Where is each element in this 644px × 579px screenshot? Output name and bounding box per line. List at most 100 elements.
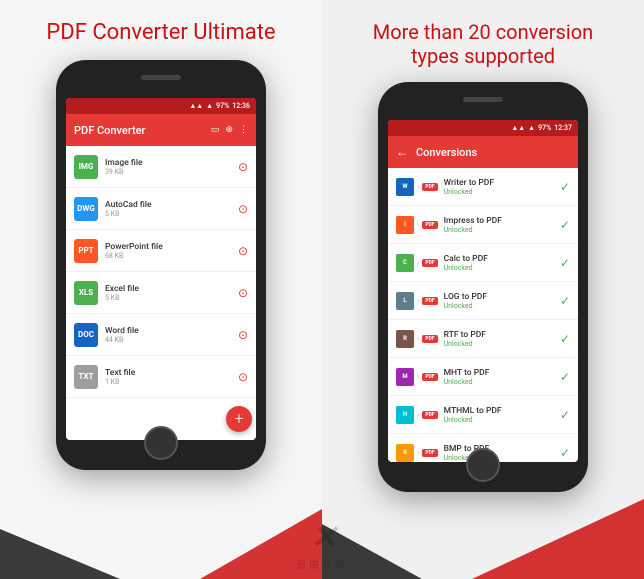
txt-file-size: 1 KB — [105, 378, 238, 386]
rtf-conv-status: Unlocked — [444, 340, 560, 348]
rtf-conv-info: RTF to PDF Unlocked — [444, 330, 560, 348]
conv-item-bmp[interactable]: B › PDF BMP to PDF Unlocked ✓ — [388, 434, 578, 462]
impress-check-icon: ✓ — [560, 218, 570, 232]
doc-file-check-icon: ⊙ — [238, 328, 248, 342]
left-status-bar: ▲▲ ▲ 97% 12:36 — [66, 98, 256, 114]
txt-file-icon: TXT — [74, 365, 98, 389]
writer-check-icon: ✓ — [560, 180, 570, 194]
left-toolbar-icons: ▭ ⊕ ⋮ — [211, 125, 248, 135]
globe-icon[interactable]: ⊕ — [225, 125, 233, 135]
conv-item-rtf[interactable]: R › PDF RTF to PDF Unlocked ✓ — [388, 320, 578, 358]
xls-file-name: Excel file — [105, 284, 238, 294]
mthml-conv-status: Unlocked — [444, 416, 560, 424]
more-icon[interactable]: ⋮ — [239, 125, 248, 135]
bmp-conv-info: BMP to PDF Unlocked — [444, 444, 560, 462]
watermark: ✕ 自由互联 — [296, 518, 348, 571]
pdf-badge-8: PDF — [422, 449, 437, 457]
file-item-text[interactable]: TXT Text file 1 KB ⊙ — [66, 356, 256, 398]
ppt-file-check-icon: ⊙ — [238, 244, 248, 258]
log-conv-status: Unlocked — [444, 302, 560, 310]
cad-file-check-icon: ⊙ — [238, 202, 248, 216]
file-item-excel[interactable]: XLS Excel file 5 KB ⊙ — [66, 272, 256, 314]
arrow-right-icon-2: › — [417, 220, 419, 229]
calc-conv-info: Calc to PDF Unlocked — [444, 254, 560, 272]
pdf-badge-4: PDF — [422, 297, 437, 305]
left-file-list: IMG Image file 39 KB ⊙ DWG AutoCad file … — [66, 146, 256, 440]
rtf-from-icon: R — [396, 330, 414, 348]
log-from-icon: L — [396, 292, 414, 310]
conv-item-log[interactable]: L › PDF LOG to PDF Unlocked ✓ — [388, 282, 578, 320]
tablet-icon[interactable]: ▭ — [211, 125, 220, 135]
left-phone-mockup: ▲▲ ▲ 97% 12:36 PDF Converter ▭ ⊕ ⋮ IMG — [56, 60, 266, 470]
xls-file-icon: XLS — [74, 281, 98, 305]
conv-item-impress[interactable]: I › PDF Impress to PDF Unlocked ✓ — [388, 206, 578, 244]
conv-item-mthml[interactable]: H › PDF MTHML to PDF Unlocked ✓ — [388, 396, 578, 434]
pdf-badge: PDF — [422, 183, 437, 191]
log-check-icon: ✓ — [560, 294, 570, 308]
right-status-bar: ▲▲ ▲ 97% 12:37 — [388, 120, 578, 136]
file-item-autocad[interactable]: DWG AutoCad file 5 KB ⊙ — [66, 188, 256, 230]
right-phone-mockup: ▲▲ ▲ 97% 12:37 ← Conversions W › PDF Wri — [378, 82, 588, 492]
mthml-conv-name: MTHML to PDF — [444, 406, 560, 416]
txt-file-info: Text file 1 KB — [105, 368, 238, 386]
watermark-text: 自由互联 — [296, 556, 348, 571]
calc-from-icon: C — [396, 254, 414, 272]
image-file-info: Image file 39 KB — [105, 158, 238, 176]
arrow-right-icon-8: › — [417, 448, 419, 457]
conv-list: W › PDF Writer to PDF Unlocked ✓ I › PDF… — [388, 168, 578, 462]
file-item-image[interactable]: IMG Image file 39 KB ⊙ — [66, 146, 256, 188]
writer-conv-name: Writer to PDF — [444, 178, 560, 188]
log-conv-info: LOG to PDF Unlocked — [444, 292, 560, 310]
cad-file-name: AutoCad file — [105, 200, 238, 210]
arrow-right-icon-3: › — [417, 258, 419, 267]
ppt-file-name: PowerPoint file — [105, 242, 238, 252]
left-battery-text: 97% — [216, 102, 229, 110]
mht-conv-status: Unlocked — [444, 378, 560, 386]
conv-item-writer[interactable]: W › PDF Writer to PDF Unlocked ✓ — [388, 168, 578, 206]
cad-file-info: AutoCad file 5 KB — [105, 200, 238, 218]
image-file-size: 39 KB — [105, 168, 238, 176]
mht-conv-info: MHT to PDF Unlocked — [444, 368, 560, 386]
ppt-file-icon: PPT — [74, 239, 98, 263]
log-conv-name: LOG to PDF — [444, 292, 560, 302]
conv-item-mht[interactable]: M › PDF MHT to PDF Unlocked ✓ — [388, 358, 578, 396]
mht-conv-name: MHT to PDF — [444, 368, 560, 378]
back-icon[interactable]: ← — [396, 145, 408, 159]
arrow-right-icon-4: › — [417, 296, 419, 305]
left-toolbar-title: PDF Converter — [74, 124, 211, 137]
impress-conv-name: Impress to PDF — [444, 216, 560, 226]
writer-conv-status: Unlocked — [444, 188, 560, 196]
pdf-badge-5: PDF — [422, 335, 437, 343]
doc-file-name: Word file — [105, 326, 238, 336]
pdf-badge-3: PDF — [422, 259, 437, 267]
doc-file-icon: DOC — [74, 323, 98, 347]
file-item-word[interactable]: DOC Word file 44 KB ⊙ — [66, 314, 256, 356]
pdf-badge-6: PDF — [422, 373, 437, 381]
cad-file-icon: DWG — [74, 197, 98, 221]
right-status-icons: ▲▲ ▲ 97% 12:37 — [511, 124, 572, 132]
rtf-check-icon: ✓ — [560, 332, 570, 346]
right-panel: More than 20 conversion types supported … — [322, 0, 644, 579]
image-file-check-icon: ⊙ — [238, 160, 248, 174]
xls-file-info: Excel file 5 KB — [105, 284, 238, 302]
bmp-from-icon: B — [396, 444, 414, 462]
arrow-right-icon-7: › — [417, 410, 419, 419]
rtf-conv-name: RTF to PDF — [444, 330, 560, 340]
bmp-conv-status: Unlocked — [444, 454, 560, 462]
left-wifi-icon: ▲ — [206, 102, 213, 110]
file-item-powerpoint[interactable]: PPT PowerPoint file 68 KB ⊙ — [66, 230, 256, 272]
xls-file-size: 5 KB — [105, 294, 238, 302]
writer-from-icon: W — [396, 178, 414, 196]
conv-item-calc[interactable]: C › PDF Calc to PDF Unlocked ✓ — [388, 244, 578, 282]
bmp-check-icon: ✓ — [560, 446, 570, 460]
arrow-right-icon-6: › — [417, 372, 419, 381]
xls-file-check-icon: ⊙ — [238, 286, 248, 300]
calc-conv-name: Calc to PDF — [444, 254, 560, 264]
pdf-badge-2: PDF — [422, 221, 437, 229]
image-file-name: Image file — [105, 158, 238, 168]
right-time-text: 12:37 — [554, 124, 572, 132]
mthml-check-icon: ✓ — [560, 408, 570, 422]
writer-conv-info: Writer to PDF Unlocked — [444, 178, 560, 196]
pdf-badge-7: PDF — [422, 411, 437, 419]
arrow-right-icon: › — [417, 182, 419, 191]
